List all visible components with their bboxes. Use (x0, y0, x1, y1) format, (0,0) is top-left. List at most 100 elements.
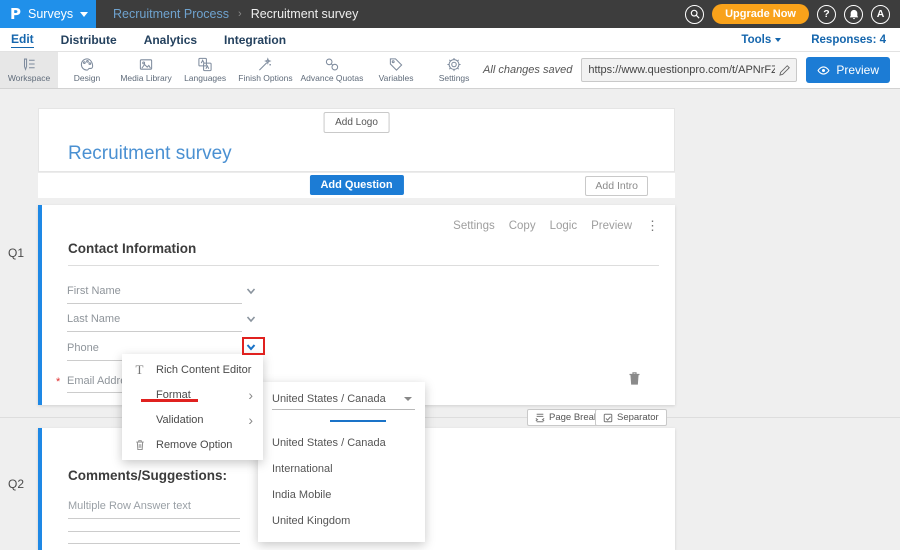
breadcrumb-current: Recruitment survey (251, 7, 359, 21)
tool-label: Workspace (8, 73, 50, 83)
tools-label: Tools (741, 34, 771, 46)
breadcrumb-parent[interactable]: Recruitment Process (113, 7, 229, 21)
chevron-down-icon (775, 38, 781, 42)
option-context-menu: T Rich Content Editor Format › Validatio… (122, 354, 263, 460)
bell-icon (849, 9, 859, 20)
tool-media-library[interactable]: Media Library (116, 52, 176, 88)
top-bar: P Surveys Recruitment Process › Recruitm… (0, 0, 900, 28)
add-question-button[interactable]: Add Question (309, 175, 403, 195)
trash-icon (628, 371, 641, 385)
topbar-actions: Upgrade Now ? A (685, 0, 900, 28)
menu-item-validation[interactable]: Validation › (122, 407, 263, 432)
tab-distribute[interactable]: Distribute (61, 33, 117, 47)
main-nav: Edit Distribute Analytics Integration To… (0, 28, 900, 52)
field-underline (67, 303, 242, 304)
breadcrumb-separator: › (238, 8, 242, 20)
select-underline (272, 409, 415, 410)
question-actions: Settings Copy Logic Preview ⋮ (453, 218, 659, 234)
help-button[interactable]: ? (817, 5, 836, 24)
tools-dropdown[interactable]: Tools (741, 34, 781, 46)
menu-item-format[interactable]: Format › (122, 382, 263, 407)
responses-link[interactable]: Responses: 4 (811, 34, 886, 46)
questionpro-logo: P (10, 5, 21, 23)
field-label-phone[interactable]: Phone (67, 342, 99, 354)
select-caret-icon (404, 397, 412, 401)
select-focus-indicator (330, 420, 386, 422)
tool-advance-quotas[interactable]: Advance Quotas (297, 52, 367, 88)
format-select[interactable]: United States / Canada (272, 393, 386, 405)
tool-finish-options[interactable]: Finish Options (234, 52, 297, 88)
separator-button[interactable]: Separator (595, 409, 667, 426)
media-library-icon (138, 57, 154, 72)
toolbar-right: All changes saved https://www.questionpr… (483, 52, 900, 88)
tool-label: Languages (184, 73, 226, 83)
preview-button[interactable]: Preview (806, 57, 890, 83)
answer-underline (68, 518, 240, 519)
save-status: All changes saved (483, 64, 572, 76)
option-international[interactable]: International (258, 456, 425, 482)
field-dropdown-first-name[interactable] (245, 284, 257, 296)
field-label-last-name[interactable]: Last Name (67, 313, 120, 325)
question-logic-link[interactable]: Logic (550, 220, 578, 232)
question-number-q2: Q2 (8, 477, 24, 491)
search-button[interactable] (685, 5, 704, 24)
add-logo-button[interactable]: Add Logo (323, 112, 390, 133)
kebab-menu-icon[interactable]: ⋮ (646, 218, 659, 234)
separator-label: Separator (617, 412, 659, 423)
required-asterisk: * (56, 376, 60, 388)
notifications-button[interactable] (844, 5, 863, 24)
survey-title[interactable]: Recruitment survey (68, 143, 232, 165)
surveys-dropdown[interactable]: P Surveys (0, 0, 96, 28)
advance-quotas-icon (324, 57, 340, 72)
tool-variables[interactable]: Variables (367, 52, 425, 88)
answer-underline (68, 531, 240, 532)
survey-url-field[interactable]: https://www.questionpro.com/t/APNrFZ (581, 58, 797, 82)
upgrade-now-button[interactable]: Upgrade Now (712, 4, 809, 24)
option-united-kingdom[interactable]: United Kingdom (258, 508, 425, 534)
editor-toolbar: Workspace Design Media Library Languages… (0, 52, 900, 89)
answer-placeholder[interactable]: Multiple Row Answer text (68, 500, 191, 512)
delete-question-button[interactable] (628, 371, 641, 390)
tool-workspace[interactable]: Workspace (0, 52, 58, 88)
search-icon (690, 9, 700, 19)
eye-icon (817, 66, 830, 75)
page-break-icon (535, 413, 545, 423)
question-preview-link[interactable]: Preview (591, 220, 632, 232)
option-india-mobile[interactable]: India Mobile (258, 482, 425, 508)
chevron-right-icon: › (248, 388, 253, 402)
tool-label: Advance Quotas (300, 73, 363, 83)
chevron-down-icon (245, 313, 257, 325)
tool-design[interactable]: Design (58, 52, 116, 88)
add-intro-button[interactable]: Add Intro (585, 176, 648, 196)
avatar[interactable]: A (871, 5, 890, 24)
tool-settings[interactable]: Settings (425, 52, 483, 88)
field-label-first-name[interactable]: First Name (67, 285, 121, 297)
tab-edit[interactable]: Edit (11, 32, 34, 48)
finish-options-icon (257, 57, 273, 72)
annotation-underline (141, 399, 198, 402)
question-title[interactable]: Contact Information (68, 241, 196, 256)
question-number-q1: Q1 (8, 246, 24, 260)
question-title[interactable]: Comments/Suggestions: (68, 468, 227, 483)
breadcrumb: Recruitment Process › Recruitment survey (96, 0, 358, 28)
option-us-canada[interactable]: United States / Canada (258, 430, 425, 456)
survey-header-card: Add Logo Recruitment survey (38, 108, 675, 172)
annotation-highlight-box (242, 337, 265, 355)
menu-item-remove-option[interactable]: Remove Option (122, 432, 263, 457)
question-copy-link[interactable]: Copy (509, 220, 536, 232)
menu-item-label: Remove Option (156, 439, 232, 451)
chevron-right-icon: › (248, 413, 253, 427)
menu-item-rich-content-editor[interactable]: T Rich Content Editor (122, 357, 263, 382)
separator-icon (603, 413, 613, 423)
trash-icon (132, 439, 147, 451)
tab-integration[interactable]: Integration (224, 33, 286, 47)
question-settings-link[interactable]: Settings (453, 220, 495, 232)
field-dropdown-last-name[interactable] (245, 312, 257, 324)
tab-analytics[interactable]: Analytics (144, 33, 197, 47)
tool-label: Media Library (120, 73, 172, 83)
surveys-dropdown-label: Surveys (28, 7, 73, 21)
workspace-icon (21, 57, 37, 72)
tool-languages[interactable]: Languages (176, 52, 234, 88)
pencil-icon[interactable] (779, 65, 790, 76)
survey-url: https://www.questionpro.com/t/APNrFZ (588, 64, 775, 76)
